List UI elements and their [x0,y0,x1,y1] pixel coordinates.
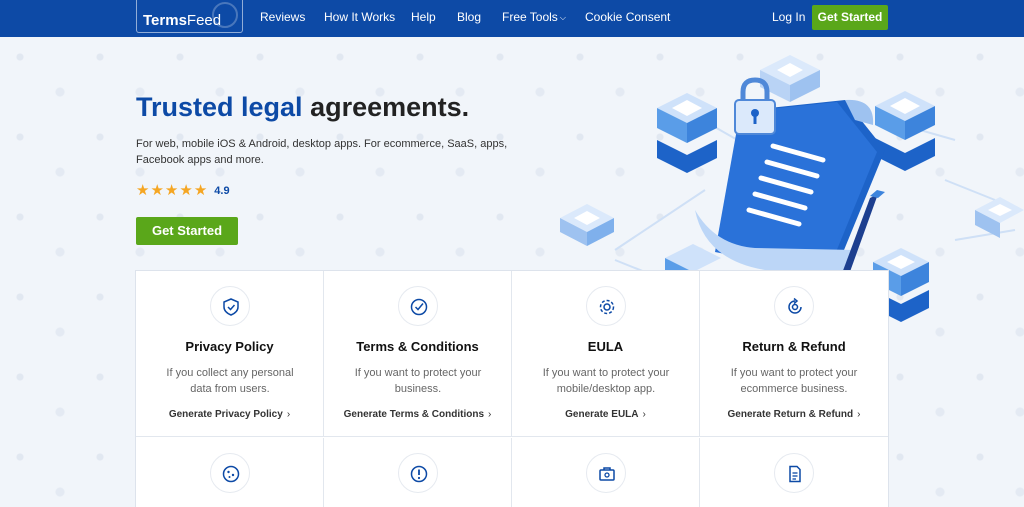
toolbox-icon [586,453,626,493]
alert-icon [398,453,438,493]
star-icon: ★ [136,182,150,199]
nav-help[interactable]: Help [411,10,436,24]
nav-cookie-consent[interactable]: Cookie Consent [585,10,670,24]
logo-mark-icon [212,2,238,28]
generate-terms-link[interactable]: Generate Terms & Conditions › [324,409,511,420]
check-circle-icon [398,286,438,326]
hero-subtitle: For web, mobile iOS & Android, desktop a… [136,138,508,166]
star-icon: ★ [193,182,208,199]
card-privacy-policy[interactable]: Privacy Policy If you collect any person… [136,271,324,437]
card-description: If you collect any personal data from us… [166,367,294,395]
nav-get-started-button[interactable]: Get Started [812,5,888,30]
nav-reviews[interactable]: Reviews [260,10,305,24]
card-document[interactable] [700,438,888,507]
card-eula[interactable]: EULA If you want to protect your mobile/… [512,271,700,437]
hero-title: Trusted legal agreements. [136,92,470,122]
card-disclaimer[interactable] [324,438,512,507]
card-description: If you want to protect your ecommerce bu… [730,367,858,395]
refresh-icon [774,286,814,326]
card-title: EULA [587,339,624,354]
star-icon: ★ [150,182,164,199]
card-return-refund[interactable]: Return & Refund If you want to protect y… [700,271,888,437]
card-cookies-policy[interactable] [136,438,324,507]
card-title: Privacy Policy [185,339,274,354]
gear-icon [586,286,626,326]
padlock-icon [734,77,776,135]
star-icon: ★ [179,182,193,199]
rating: ★ ★ ★ ★ ★ 4.9 [136,182,230,199]
chevron-right-icon: › [286,409,291,420]
card-terms-conditions[interactable]: Terms & Conditions If you want to protec… [324,271,512,437]
generate-privacy-policy-link[interactable]: Generate Privacy Policy › [136,409,323,420]
rating-value: 4.9 [214,185,230,197]
generate-eula-link[interactable]: Generate EULA › [512,409,699,420]
agreement-cards-grid: Privacy Policy If you collect any person… [136,271,888,507]
cookie-icon [210,453,250,493]
nav-free-tools[interactable]: Free Tools ⌵ [502,10,566,24]
star-icon: ★ [164,182,179,199]
card-terms-of-service[interactable] [512,438,700,507]
hero-get-started-button[interactable]: Get Started [136,217,238,245]
card-description: If you want to protect your business. [354,367,482,395]
chevron-right-icon: › [642,409,646,420]
document-icon [774,453,814,493]
generate-return-refund-link[interactable]: Generate Return & Refund › [700,409,888,420]
card-title: Return & Refund [742,339,846,354]
nav-how-it-works[interactable]: How It Works [324,10,395,24]
shield-check-icon [210,286,250,326]
termsfeed-logo[interactable]: TermsFeed [136,0,243,33]
chevron-down-icon: ⌵ [559,13,566,22]
chevron-right-icon: › [488,409,492,420]
chevron-right-icon: › [857,409,861,420]
top-navbar: TermsFeed Reviews How It Works Help Blog… [0,0,1024,37]
card-description: If you want to protect your mobile/deskt… [542,367,670,395]
card-title: Terms & Conditions [356,339,479,354]
nav-blog[interactable]: Blog [457,10,481,24]
login-link[interactable]: Log In [772,10,805,24]
